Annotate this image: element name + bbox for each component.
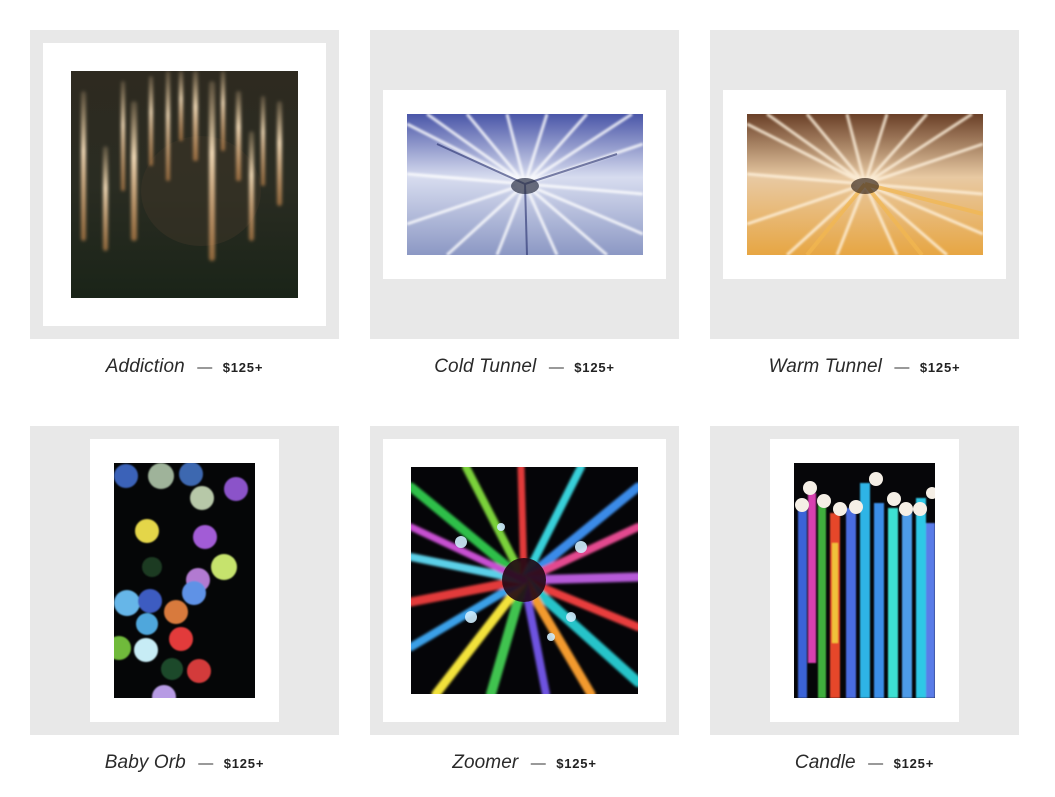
- artwork-title[interactable]: Addiction: [106, 356, 185, 377]
- separator: —: [548, 359, 564, 376]
- artwork-title[interactable]: Zoomer: [452, 752, 518, 773]
- caption: Candle — $125+: [710, 752, 1019, 774]
- artwork-tile[interactable]: [30, 426, 339, 735]
- artwork-mat: [90, 439, 279, 722]
- artwork-tile[interactable]: [30, 30, 339, 339]
- artwork-price: $125+: [574, 360, 615, 375]
- artwork-mat: [770, 439, 959, 722]
- gallery-item-baby-orb[interactable]: Baby Orb — $125+: [30, 426, 339, 773]
- artwork-mat: [723, 90, 1006, 279]
- artwork-image-cold-tunnel[interactable]: [407, 114, 643, 255]
- artwork-price: $125+: [919, 360, 961, 375]
- gallery-item-zoomer[interactable]: Zoomer — $125+: [370, 426, 679, 773]
- artwork-title[interactable]: Warm Tunnel: [769, 356, 882, 377]
- artwork-price: $125+: [223, 756, 265, 771]
- gallery-item-cold-tunnel[interactable]: Cold Tunnel — $125+: [370, 30, 679, 377]
- artwork-image-warm-tunnel[interactable]: [747, 114, 983, 255]
- caption: Zoomer — $125+: [370, 752, 679, 774]
- artwork-title[interactable]: Candle: [795, 752, 856, 773]
- artwork-mat: [43, 43, 326, 326]
- artwork-price: $125+: [556, 756, 597, 771]
- separator: —: [894, 359, 910, 376]
- artwork-tile[interactable]: [710, 30, 1019, 339]
- gallery-item-warm-tunnel[interactable]: Warm Tunnel — $125+: [710, 30, 1019, 377]
- caption: Addiction — $125+: [30, 356, 339, 378]
- artwork-image-zoomer[interactable]: [411, 467, 638, 694]
- separator: —: [198, 755, 214, 772]
- caption: Warm Tunnel — $125+: [710, 356, 1019, 378]
- artwork-image-baby-orb[interactable]: [114, 463, 255, 698]
- artwork-price: $125+: [222, 360, 264, 375]
- artwork-tile[interactable]: [710, 426, 1019, 735]
- separator: —: [530, 755, 546, 772]
- gallery-item-candle[interactable]: Candle — $125+: [710, 426, 1019, 773]
- artwork-price: $125+: [893, 756, 935, 771]
- artwork-tile[interactable]: [370, 30, 679, 339]
- artwork-title[interactable]: Baby Orb: [105, 752, 186, 773]
- separator: —: [197, 359, 213, 376]
- caption: Baby Orb — $125+: [30, 752, 339, 774]
- separator: —: [868, 755, 884, 772]
- gallery-item-addiction[interactable]: Addiction — $125+: [30, 30, 339, 377]
- artwork-tile[interactable]: [370, 426, 679, 735]
- caption: Cold Tunnel — $125+: [370, 356, 679, 378]
- artwork-image-candle[interactable]: [794, 463, 935, 698]
- artwork-mat: [383, 90, 666, 279]
- artwork-image-addiction[interactable]: [71, 71, 298, 298]
- artwork-title[interactable]: Cold Tunnel: [434, 356, 536, 377]
- artwork-mat: [383, 439, 666, 722]
